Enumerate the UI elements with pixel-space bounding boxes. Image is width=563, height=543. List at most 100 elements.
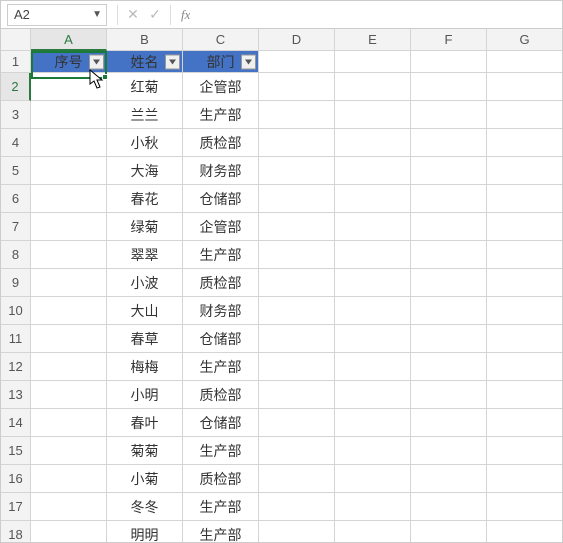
cell-G12[interactable] <box>487 353 563 381</box>
cell-D8[interactable] <box>259 241 335 269</box>
cell-D18[interactable] <box>259 521 335 543</box>
cell-B13[interactable]: 小明 <box>107 381 183 409</box>
cell-A2[interactable] <box>31 73 107 101</box>
cell-E15[interactable] <box>335 437 411 465</box>
cell-A5[interactable] <box>31 157 107 185</box>
fx-label[interactable]: fx <box>181 7 190 23</box>
cell-E5[interactable] <box>335 157 411 185</box>
cell-G3[interactable] <box>487 101 563 129</box>
confirm-button[interactable]: ✓ <box>144 4 166 26</box>
cell-F7[interactable] <box>411 213 487 241</box>
cell-G7[interactable] <box>487 213 563 241</box>
cell-G10[interactable] <box>487 297 563 325</box>
row-header-13[interactable]: 13 <box>1 381 31 409</box>
cell-E13[interactable] <box>335 381 411 409</box>
cell-B16[interactable]: 小菊 <box>107 465 183 493</box>
row-header-7[interactable]: 7 <box>1 213 31 241</box>
cell-G4[interactable] <box>487 129 563 157</box>
cell-D1[interactable] <box>259 51 335 73</box>
cell-G17[interactable] <box>487 493 563 521</box>
cell-E7[interactable] <box>335 213 411 241</box>
cell-F1[interactable] <box>411 51 487 73</box>
column-header-F[interactable]: F <box>411 29 487 51</box>
table-header-B[interactable]: 姓名 <box>107 51 183 73</box>
cell-D16[interactable] <box>259 465 335 493</box>
cell-G14[interactable] <box>487 409 563 437</box>
cell-A18[interactable] <box>31 521 107 543</box>
cell-F11[interactable] <box>411 325 487 353</box>
cell-F6[interactable] <box>411 185 487 213</box>
cell-E9[interactable] <box>335 269 411 297</box>
cell-G8[interactable] <box>487 241 563 269</box>
cell-A8[interactable] <box>31 241 107 269</box>
cell-D2[interactable] <box>259 73 335 101</box>
cell-C8[interactable]: 生产部 <box>183 241 259 269</box>
cell-E17[interactable] <box>335 493 411 521</box>
cell-C3[interactable]: 生产部 <box>183 101 259 129</box>
cell-D10[interactable] <box>259 297 335 325</box>
cell-F14[interactable] <box>411 409 487 437</box>
cell-F12[interactable] <box>411 353 487 381</box>
cell-B17[interactable]: 冬冬 <box>107 493 183 521</box>
cell-A14[interactable] <box>31 409 107 437</box>
cell-C15[interactable]: 生产部 <box>183 437 259 465</box>
filter-dropdown-button[interactable] <box>165 54 180 69</box>
cell-D17[interactable] <box>259 493 335 521</box>
cell-F17[interactable] <box>411 493 487 521</box>
select-all-corner[interactable] <box>1 29 31 51</box>
cell-D13[interactable] <box>259 381 335 409</box>
cell-G1[interactable] <box>487 51 563 73</box>
cell-C18[interactable]: 生产部 <box>183 521 259 543</box>
cell-A4[interactable] <box>31 129 107 157</box>
cell-E10[interactable] <box>335 297 411 325</box>
cell-F3[interactable] <box>411 101 487 129</box>
table-header-A[interactable]: 序号 <box>31 51 107 73</box>
cell-E3[interactable] <box>335 101 411 129</box>
cell-C12[interactable]: 生产部 <box>183 353 259 381</box>
cell-C10[interactable]: 财务部 <box>183 297 259 325</box>
row-header-12[interactable]: 12 <box>1 353 31 381</box>
cell-B6[interactable]: 春花 <box>107 185 183 213</box>
cell-G16[interactable] <box>487 465 563 493</box>
filter-dropdown-button[interactable] <box>89 54 104 69</box>
cell-C4[interactable]: 质检部 <box>183 129 259 157</box>
cell-D12[interactable] <box>259 353 335 381</box>
cell-A16[interactable] <box>31 465 107 493</box>
cell-F18[interactable] <box>411 521 487 543</box>
formula-input[interactable] <box>190 4 562 26</box>
cell-B11[interactable]: 春草 <box>107 325 183 353</box>
column-header-E[interactable]: E <box>335 29 411 51</box>
cell-F2[interactable] <box>411 73 487 101</box>
row-header-3[interactable]: 3 <box>1 101 31 129</box>
cell-F4[interactable] <box>411 129 487 157</box>
cell-B14[interactable]: 春叶 <box>107 409 183 437</box>
row-header-5[interactable]: 5 <box>1 157 31 185</box>
cell-G5[interactable] <box>487 157 563 185</box>
cell-C13[interactable]: 质检部 <box>183 381 259 409</box>
row-header-15[interactable]: 15 <box>1 437 31 465</box>
cell-A15[interactable] <box>31 437 107 465</box>
cell-D6[interactable] <box>259 185 335 213</box>
cell-D3[interactable] <box>259 101 335 129</box>
cell-G2[interactable] <box>487 73 563 101</box>
row-header-17[interactable]: 17 <box>1 493 31 521</box>
cancel-button[interactable]: ✕ <box>122 4 144 26</box>
cell-grid[interactable]: ABCDEFG1序号姓名部门2红菊企管部3兰兰生产部4小秋质检部5大海财务部6春… <box>1 29 562 543</box>
column-header-G[interactable]: G <box>487 29 563 51</box>
table-header-C[interactable]: 部门 <box>183 51 259 73</box>
cell-G13[interactable] <box>487 381 563 409</box>
cell-B10[interactable]: 大山 <box>107 297 183 325</box>
cell-E4[interactable] <box>335 129 411 157</box>
cell-A11[interactable] <box>31 325 107 353</box>
cell-C7[interactable]: 企管部 <box>183 213 259 241</box>
cell-F13[interactable] <box>411 381 487 409</box>
row-header-8[interactable]: 8 <box>1 241 31 269</box>
cell-B12[interactable]: 梅梅 <box>107 353 183 381</box>
cell-B18[interactable]: 明明 <box>107 521 183 543</box>
cell-G6[interactable] <box>487 185 563 213</box>
cell-A7[interactable] <box>31 213 107 241</box>
cell-G18[interactable] <box>487 521 563 543</box>
row-header-1[interactable]: 1 <box>1 51 31 73</box>
cell-E11[interactable] <box>335 325 411 353</box>
cell-D9[interactable] <box>259 269 335 297</box>
